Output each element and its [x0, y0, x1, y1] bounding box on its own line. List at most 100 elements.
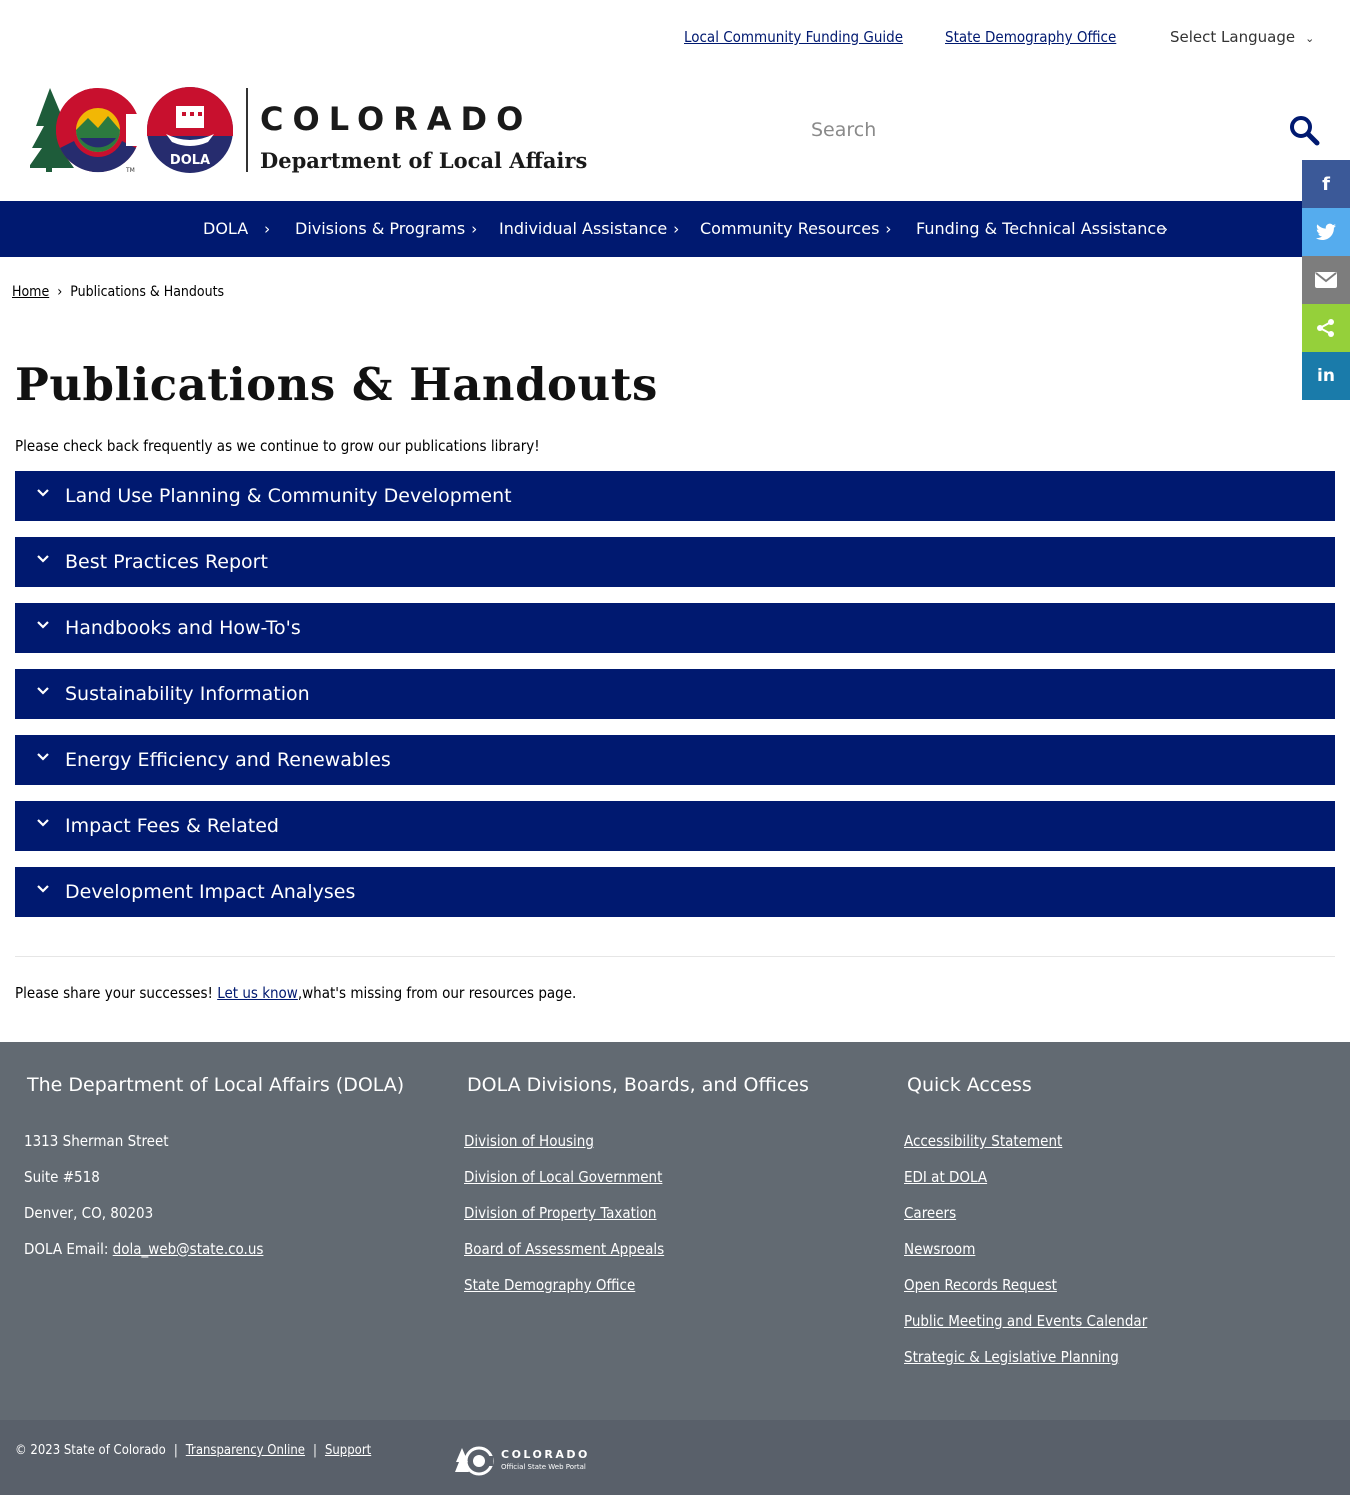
footer-email-line: DOLA Email: dola_web@state.co.us [24, 1240, 263, 1258]
accordion-label: Energy Efficiency and Renewables [65, 749, 391, 771]
footer-link-accessibility[interactable]: Accessibility Statement [904, 1132, 1062, 1150]
footer-link-assessment-appeals[interactable]: Board of Assessment Appeals [464, 1240, 664, 1258]
accordion-sustainability[interactable]: Sustainability Information [15, 669, 1335, 719]
content-divider [15, 956, 1335, 957]
footer-link-local-government[interactable]: Division of Local Government [464, 1168, 662, 1186]
share-sidebar: f in [1302, 160, 1350, 400]
nav-item-community-resources[interactable]: Community Resources › [700, 219, 891, 238]
language-select[interactable]: Select Language ⌄ [1170, 28, 1314, 46]
facebook-share-button[interactable]: f [1302, 160, 1350, 208]
accordion-label: Handbooks and How-To's [65, 617, 301, 639]
feedback-text-before: Please share your successes! [15, 984, 218, 1002]
site-header: TM DOLA COLORADO Department of Local Aff… [0, 76, 1350, 201]
page-title: Publications & Handouts [15, 358, 658, 411]
search-icon [1290, 116, 1320, 146]
breadcrumb-home[interactable]: Home [12, 284, 49, 300]
main-nav: DOLA › Divisions & Programs › Individual A… [0, 201, 1350, 257]
transparency-online-link[interactable]: Transparency Online [186, 1443, 305, 1458]
chevron-down-icon [37, 555, 49, 563]
link-demography-office[interactable]: State Demography Office [945, 28, 1116, 46]
twitter-share-button[interactable] [1302, 208, 1350, 256]
nav-item-individual-assistance[interactable]: Individual Assistance › [499, 219, 679, 238]
colorado-dola-logo-icon: TM DOLA [28, 87, 233, 174]
accordion-label: Best Practices Report [65, 551, 268, 573]
accordion-development-impact[interactable]: Development Impact Analyses [15, 867, 1335, 917]
nav-item-label: Divisions & Programs [295, 219, 466, 238]
facebook-icon: f [1322, 173, 1330, 195]
nav-item-divisions[interactable]: Divisions & Programs › [295, 219, 477, 238]
link-funding-guide[interactable]: Local Community Funding Guide [684, 28, 903, 46]
footer-email-link[interactable]: dola_web@state.co.us [113, 1240, 264, 1258]
accordion-label: Development Impact Analyses [65, 881, 356, 903]
state-portal-logo[interactable]: COLORADO Official State Web Portal [455, 1446, 595, 1476]
chevron-down-icon [37, 885, 49, 893]
chevron-right-icon: › [264, 220, 271, 238]
footer-link-newsroom[interactable]: Newsroom [904, 1240, 975, 1258]
chevron-down-icon [37, 819, 49, 827]
svg-text:TM: TM [125, 167, 135, 174]
nav-item-label: Individual Assistance [499, 219, 668, 238]
colorado-portal-logo-icon [455, 1446, 494, 1476]
chevron-right-icon: › [471, 220, 478, 238]
feedback-message: Please share your successes! Let us know… [15, 984, 576, 1002]
chevron-right-icon: › [1161, 220, 1168, 238]
bottom-bar: © 2023 State of Colorado | Transparency On… [0, 1420, 1350, 1495]
support-link[interactable]: Support [325, 1443, 371, 1458]
footer-link-events-calendar[interactable]: Public Meeting and Events Calendar [904, 1312, 1147, 1330]
nav-item-funding[interactable]: Funding & Technical Assistance› [916, 219, 1168, 238]
footer-col2-title: DOLA Divisions, Boards, and Offices [467, 1074, 809, 1096]
feedback-text-after: ,what's missing from our resources page. [297, 984, 577, 1002]
share-icon [1317, 319, 1334, 337]
accordion-handbooks[interactable]: Handbooks and How-To's [15, 603, 1335, 653]
page-intro: Please check back frequently as we conti… [15, 437, 540, 455]
accordion-best-practices[interactable]: Best Practices Report [15, 537, 1335, 587]
twitter-icon [1316, 223, 1336, 240]
footer-link-demography-office[interactable]: State Demography Office [464, 1276, 635, 1294]
logo-divider [246, 88, 248, 172]
dola-logo[interactable]: TM DOLA COLORADO Department of Local Aff… [28, 86, 590, 176]
footer-link-property-taxation[interactable]: Division of Property Taxation [464, 1204, 656, 1222]
accordion-label: Land Use Planning & Community Developmen… [65, 485, 512, 507]
footer-link-edi[interactable]: EDI at DOLA [904, 1168, 987, 1186]
breadcrumb-separator-icon: › [57, 284, 63, 300]
brand-state-name: COLORADO [260, 100, 533, 138]
email-share-button[interactable] [1302, 256, 1350, 304]
chevron-down-icon: ⌄ [1305, 32, 1315, 45]
footer-address-line1: 1313 Sherman Street [24, 1132, 169, 1150]
footer-email-label: DOLA Email: [24, 1240, 113, 1258]
chevron-down-icon [37, 621, 49, 629]
nav-item-label: Community Resources [700, 219, 880, 238]
footer-col3-title: Quick Access [907, 1074, 1032, 1096]
accordion-impact-fees[interactable]: Impact Fees & Related [15, 801, 1335, 851]
accordion-energy[interactable]: Energy Efficiency and Renewables [15, 735, 1335, 785]
chevron-right-icon: › [885, 220, 892, 238]
search-button[interactable] [1288, 114, 1320, 146]
copyright-line: © 2023 State of Colorado | Transparency On… [15, 1443, 372, 1458]
footer-link-careers[interactable]: Careers [904, 1204, 956, 1222]
nav-item-dola[interactable]: DOLA › [203, 219, 270, 238]
accordion-label: Sustainability Information [65, 683, 310, 705]
footer-link-housing[interactable]: Division of Housing [464, 1132, 594, 1150]
accordion-land-use[interactable]: Land Use Planning & Community Developmen… [15, 471, 1335, 521]
let-us-know-link[interactable]: Let us know [217, 984, 298, 1002]
nav-item-label: Funding & Technical Assistance [916, 219, 1166, 238]
accordion-label: Impact Fees & Related [65, 815, 279, 837]
language-select-label: Select Language [1170, 28, 1296, 46]
footer-link-strategic-planning[interactable]: Strategic & Legislative Planning [904, 1348, 1119, 1366]
copyright-text: © 2023 State of Colorado [15, 1443, 166, 1458]
chevron-right-icon: › [673, 220, 680, 238]
linkedin-icon: in [1317, 366, 1335, 386]
linkedin-share-button[interactable]: in [1302, 352, 1350, 400]
footer-address-line3: Denver, CO, 80203 [24, 1204, 154, 1222]
search-input[interactable] [795, 102, 1275, 158]
utility-bar: Local Community Funding Guide State Demo… [0, 0, 1350, 76]
brand-department-name: Department of Local Affairs [260, 148, 588, 173]
breadcrumb: Home › Publications & Handouts [12, 284, 224, 300]
portal-title: COLORADO [501, 1448, 590, 1461]
portal-subtitle: Official State Web Portal [501, 1463, 586, 1471]
generic-share-button[interactable] [1302, 304, 1350, 352]
chevron-down-icon [37, 489, 49, 497]
search-form [795, 102, 1330, 158]
chevron-down-icon [37, 687, 49, 695]
footer-link-open-records[interactable]: Open Records Request [904, 1276, 1057, 1294]
